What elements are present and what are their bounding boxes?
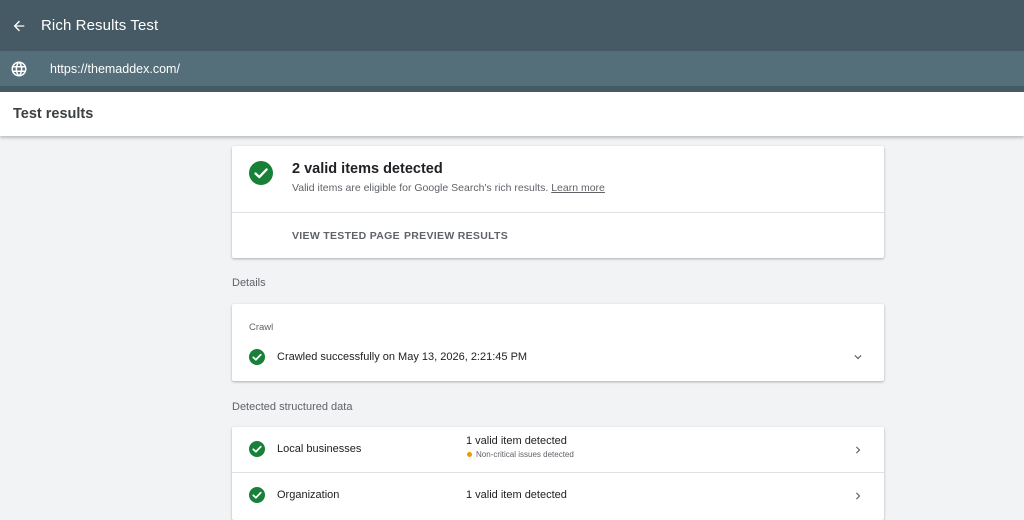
check-circle-icon: [249, 161, 273, 185]
summary-subtitle-text: Valid items are eligible for Google Sear…: [292, 182, 549, 194]
item-name: Local businesses: [277, 443, 362, 455]
list-item-local-businesses[interactable]: Local businesses 1 valid item detected N…: [232, 427, 884, 473]
item-warning-text: Non-critical issues detected: [476, 450, 574, 459]
structured-data-section-label: Detected structured data: [232, 401, 353, 413]
open-item-button[interactable]: [851, 489, 865, 503]
view-tested-page-button[interactable]: VIEW TESTED PAGE: [292, 230, 400, 242]
back-button[interactable]: [1, 8, 37, 44]
summary-card: 2 valid items detected Valid items are e…: [232, 146, 884, 258]
chevron-right-icon: [856, 492, 861, 500]
warning-dot-icon: [467, 452, 472, 457]
check-circle-icon: [249, 441, 265, 457]
app-title: Rich Results Test: [41, 17, 159, 34]
item-name: Organization: [277, 489, 340, 501]
preview-results-button[interactable]: PREVIEW RESULTS: [404, 230, 508, 242]
results-header: Test results: [0, 92, 1024, 136]
list-item-organization[interactable]: Organization 1 valid item detected: [232, 473, 884, 519]
item-status: 1 valid item detected: [466, 489, 567, 501]
expand-crawl-button[interactable]: [851, 350, 865, 364]
open-item-button[interactable]: [851, 443, 865, 457]
results-title: Test results: [13, 106, 94, 122]
chevron-down-icon: [854, 355, 862, 360]
learn-more-link[interactable]: Learn more: [551, 182, 605, 194]
tested-url: https://themaddex.com/: [50, 61, 180, 76]
details-section-label: Details: [232, 277, 266, 289]
crawl-card: Crawl Crawled successfully on May 13, 20…: [232, 304, 884, 381]
structured-data-card: Local businesses 1 valid item detected N…: [232, 427, 884, 520]
item-warning: Non-critical issues detected: [466, 450, 574, 459]
chevron-right-icon: [856, 446, 861, 454]
check-circle-icon: [249, 349, 265, 365]
app-header: Rich Results Test: [0, 0, 1024, 51]
summary-subtitle: Valid items are eligible for Google Sear…: [292, 182, 605, 194]
summary-title: 2 valid items detected: [292, 161, 443, 177]
item-status: 1 valid item detected: [466, 435, 567, 447]
crawl-status: Crawled successfully on May 13, 2026, 2:…: [277, 351, 528, 363]
divider: [232, 212, 884, 213]
globe-icon: [10, 60, 28, 78]
url-bar: https://themaddex.com/: [0, 51, 1024, 86]
arrow-back-icon: [13, 20, 25, 31]
check-circle-icon: [249, 487, 265, 503]
crawl-label: Crawl: [249, 322, 274, 333]
